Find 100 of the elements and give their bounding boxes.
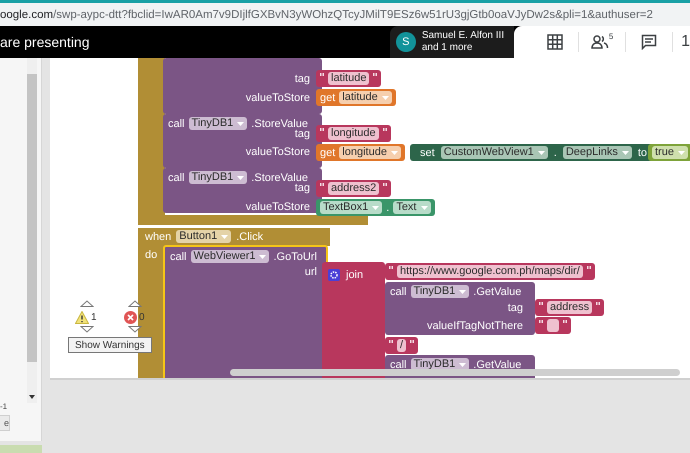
text-field[interactable]: address — [547, 301, 592, 314]
dropdown-caret-icon — [538, 150, 545, 154]
dropdown-caret-icon — [221, 234, 228, 238]
warning-icon — [75, 311, 89, 324]
variable-dropdown[interactable]: latitude — [339, 91, 392, 104]
block-keyword: when — [145, 230, 172, 242]
block-keyword: call — [168, 118, 185, 130]
panel-text: -1 — [0, 402, 8, 411]
dropdown-caret-icon — [459, 290, 466, 294]
method-name: .GetValue — [473, 358, 522, 370]
presenter-name: Samuel E. Alfon III — [422, 30, 504, 42]
block-keyword: call — [168, 172, 185, 184]
dropdown-caret-icon — [420, 206, 428, 210]
presenting-status: are presenting — [0, 34, 91, 50]
block-keyword: set — [420, 146, 435, 158]
socket-label: tag — [508, 301, 523, 315]
block-keyword: call — [390, 358, 407, 370]
quote-icon — [320, 183, 324, 188]
property-dropdown[interactable]: DeepLinks — [562, 146, 632, 159]
dropdown-caret-icon — [372, 206, 380, 210]
method-name: .StoreValue — [251, 172, 308, 184]
socket-label: tag — [294, 128, 310, 141]
component-dropdown[interactable]: TinyDB1 — [410, 285, 470, 298]
text-field[interactable] — [547, 319, 559, 332]
text-field[interactable]: longitude — [328, 127, 379, 140]
text-field[interactable]: latitude — [328, 72, 370, 85]
quote-icon — [539, 320, 543, 325]
boolean-dropdown[interactable]: true — [652, 146, 688, 159]
panel-button[interactable]: e — [0, 415, 10, 431]
quote-icon — [320, 128, 324, 133]
people-count: 5 — [608, 32, 614, 41]
block-keyword: get — [320, 146, 336, 158]
dropdown-caret-icon — [390, 150, 398, 154]
socket-label: valueToStore — [246, 91, 310, 105]
quote-icon — [596, 302, 600, 307]
method-name: .StoreValue — [251, 118, 308, 130]
chevron-up-icon[interactable] — [80, 300, 94, 307]
quote-icon — [586, 266, 591, 271]
text-field[interactable]: address2 — [328, 182, 380, 195]
component-dropdown[interactable]: TinyDB1 — [188, 117, 248, 130]
quote-icon — [389, 266, 393, 271]
method-name: .GetValue — [473, 286, 522, 298]
dropdown-caret-icon — [382, 96, 389, 100]
dropdown-caret-icon — [259, 254, 266, 258]
dropdown-caret-icon — [237, 122, 244, 126]
dropdown-caret-icon — [237, 176, 244, 180]
socket-label: valueToStore — [246, 200, 310, 214]
show-warnings-button[interactable]: Show Warnings — [68, 337, 152, 353]
separator-dot: . — [554, 146, 557, 158]
block-keyword: to — [638, 146, 648, 158]
text-field[interactable]: https://www.google.com.ph/maps/dir/ — [397, 265, 583, 278]
property-dropdown[interactable]: Text — [393, 201, 430, 214]
quote-icon — [383, 183, 388, 188]
error-icon — [124, 311, 137, 324]
presenter-chip[interactable]: S Samuel E. Alfon III and 1 more — [390, 26, 514, 58]
quote-icon — [539, 302, 543, 307]
quote-icon — [373, 73, 378, 78]
vertical-scrollbar[interactable] — [27, 58, 37, 403]
variable-dropdown[interactable]: longitude — [339, 146, 401, 159]
chat-icon[interactable] — [641, 34, 658, 50]
chevron-up-icon[interactable] — [128, 300, 142, 307]
socket-label: valueToStore — [246, 145, 310, 159]
scroll-down-icon[interactable] — [29, 395, 35, 399]
block-keyword: call — [170, 250, 187, 262]
block-keyword: do — [145, 248, 158, 262]
separator-dot: . — [386, 202, 390, 214]
chevron-down-icon[interactable] — [80, 326, 94, 333]
socket-label: valueIfTagNotThere — [427, 319, 523, 333]
socket-label: url — [304, 265, 317, 279]
event-name: .Click — [236, 230, 264, 242]
component-dropdown[interactable]: TextBox1 — [320, 201, 382, 214]
socket-label: tag — [294, 72, 310, 86]
horizontal-scrollbar[interactable] — [230, 369, 680, 376]
component-dropdown[interactable]: CustomWebView1 — [440, 146, 548, 159]
quote-icon — [382, 128, 387, 133]
dropdown-caret-icon — [678, 150, 685, 154]
warning-count: 1 — [91, 312, 97, 323]
others-count: and 1 more — [422, 42, 474, 54]
dropdown-caret-icon — [622, 150, 629, 154]
component-dropdown[interactable]: WebViewer1 — [190, 250, 270, 263]
block-keyword: call — [390, 286, 407, 298]
grid-icon[interactable] — [547, 34, 564, 50]
text-field[interactable]: / — [397, 339, 406, 352]
component-dropdown[interactable]: Button1 — [176, 230, 232, 243]
block-keyword: join — [346, 269, 364, 281]
status-strip — [0, 445, 42, 453]
method-name: .GoToUrl — [273, 250, 317, 262]
quote-icon — [389, 340, 393, 345]
chevron-down-icon[interactable] — [128, 326, 142, 333]
component-dropdown[interactable]: TinyDB1 — [188, 171, 248, 184]
quote-icon — [563, 320, 567, 325]
error-count: 0 — [139, 312, 145, 323]
people-icon[interactable] — [590, 35, 609, 49]
clock-text: 1 — [680, 33, 690, 51]
quote-icon — [410, 340, 414, 345]
gear-icon[interactable] — [328, 269, 340, 281]
dropdown-caret-icon — [459, 362, 466, 366]
block-keyword: get — [320, 92, 336, 104]
socket-label: tag — [294, 182, 310, 195]
quote-icon — [320, 73, 324, 78]
